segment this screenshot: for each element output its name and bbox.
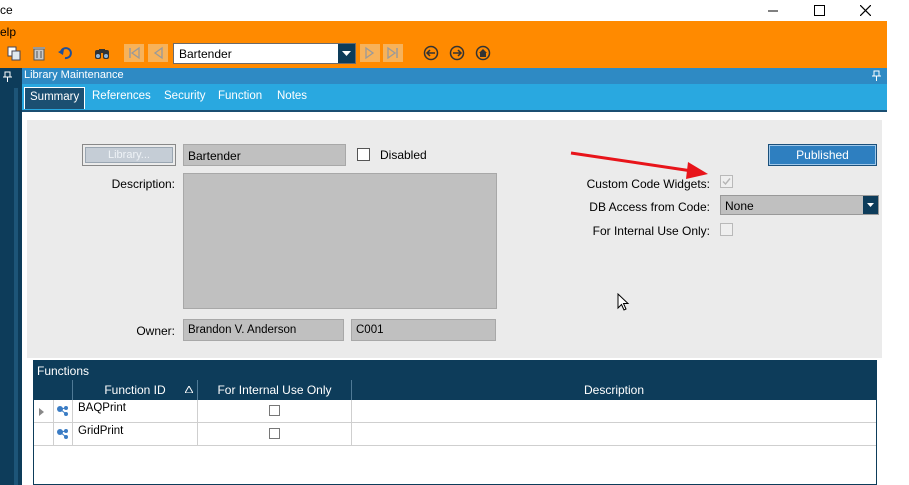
table-row[interactable]: GridPrint xyxy=(34,423,876,446)
owner-name-field[interactable]: Brandon V. Anderson xyxy=(183,319,344,341)
minimize-icon xyxy=(768,10,778,11)
copy-icon xyxy=(7,46,21,61)
function-icon xyxy=(57,406,68,416)
toolbar: elp Bartender xyxy=(0,21,887,68)
row-internal-checkbox[interactable] xyxy=(269,405,280,416)
undo-button[interactable] xyxy=(56,44,74,62)
db-access-label: DB Access from Code: xyxy=(589,200,710,214)
internal-use-cell xyxy=(197,400,351,422)
first-record-button[interactable] xyxy=(124,44,144,62)
description-cell xyxy=(351,423,876,445)
search-icon xyxy=(95,49,109,59)
published-button[interactable]: Published xyxy=(768,144,877,166)
undo-icon xyxy=(58,47,72,60)
search-button[interactable] xyxy=(92,44,112,62)
home-icon xyxy=(475,45,491,61)
minimize-button[interactable] xyxy=(750,0,796,21)
dock-divider xyxy=(14,88,18,485)
custom-code-checkbox[interactable] xyxy=(720,175,733,188)
previous-record-button[interactable] xyxy=(148,44,168,62)
menu-help[interactable]: elp xyxy=(0,25,16,39)
maximize-icon xyxy=(813,5,825,16)
window-title: ce xyxy=(0,3,13,17)
forward-icon xyxy=(449,45,465,61)
left-dock-strip xyxy=(0,68,22,485)
tab-function[interactable]: Function xyxy=(218,90,262,102)
db-access-value: None xyxy=(725,199,754,213)
sort-ascending-icon xyxy=(185,386,193,393)
function-icon xyxy=(57,429,68,439)
function-id-cell: GridPrint xyxy=(72,423,197,445)
last-record-button[interactable] xyxy=(383,44,403,62)
tab-references[interactable]: References xyxy=(92,90,151,102)
owner-company-field[interactable]: C001 xyxy=(351,319,496,341)
row-icon-cell xyxy=(53,400,73,422)
column-function-id[interactable]: Function ID xyxy=(72,380,197,400)
last-record-icon xyxy=(387,46,398,60)
owner-label: Owner: xyxy=(136,324,175,338)
library-button[interactable]: Library... xyxy=(82,144,176,166)
mouse-cursor-icon xyxy=(617,293,630,311)
internal-use-label: For Internal Use Only: xyxy=(592,224,710,238)
pin-icon[interactable] xyxy=(2,71,14,83)
tab-security[interactable]: Security xyxy=(164,90,206,102)
function-id-cell: BAQPrint xyxy=(72,400,197,422)
custom-code-label: Custom Code Widgets: xyxy=(586,177,710,191)
next-record-button[interactable] xyxy=(360,44,380,62)
db-access-select[interactable]: None xyxy=(720,195,879,215)
chevron-down-icon[interactable] xyxy=(338,44,355,63)
desktop-background xyxy=(887,0,909,485)
app-window: ce elp Bartender Library Maintenance Sum… xyxy=(0,0,909,485)
tab-notes[interactable]: Notes xyxy=(277,90,307,102)
title-bar: ce xyxy=(0,0,887,21)
tab-bar: Summary References Security Function Not… xyxy=(22,84,887,111)
internal-use-checkbox[interactable] xyxy=(720,223,733,236)
disabled-checkbox[interactable] xyxy=(357,148,370,161)
functions-grid: Functions Function ID For Internal Use O… xyxy=(33,360,877,485)
record-selector[interactable]: Bartender xyxy=(173,43,356,64)
close-icon xyxy=(859,5,871,16)
grid-title: Functions xyxy=(34,361,876,380)
row-internal-checkbox[interactable] xyxy=(269,428,280,439)
next-record-icon xyxy=(365,46,375,60)
description-label: Description: xyxy=(111,177,175,191)
first-record-icon xyxy=(129,46,140,60)
home-button[interactable] xyxy=(473,44,493,62)
back-button[interactable] xyxy=(421,44,441,62)
forward-button[interactable] xyxy=(447,44,467,62)
row-icon-cell xyxy=(53,423,73,445)
maximize-button[interactable] xyxy=(796,0,842,21)
column-internal-use[interactable]: For Internal Use Only xyxy=(197,380,351,400)
table-row[interactable]: BAQPrint xyxy=(34,400,876,423)
pin-icon[interactable] xyxy=(871,70,883,82)
library-id-field[interactable]: Bartender xyxy=(183,144,346,166)
tab-summary[interactable]: Summary xyxy=(24,87,86,109)
panel-header: Library Maintenance xyxy=(22,68,887,84)
copy-button[interactable] xyxy=(5,44,23,62)
description-field[interactable] xyxy=(183,173,497,309)
disabled-label: Disabled xyxy=(380,148,427,162)
chevron-down-icon[interactable] xyxy=(863,196,878,214)
internal-use-cell xyxy=(197,423,351,445)
row-selector-icon xyxy=(39,408,44,416)
delete-button[interactable] xyxy=(30,44,48,62)
delete-icon xyxy=(33,47,45,61)
check-icon xyxy=(722,178,731,186)
previous-record-icon xyxy=(153,46,163,60)
back-icon xyxy=(423,45,439,61)
column-description[interactable]: Description xyxy=(351,380,876,400)
record-selector-value: Bartender xyxy=(179,47,232,61)
panel-title: Library Maintenance xyxy=(24,69,124,81)
description-cell xyxy=(351,400,876,422)
close-button[interactable] xyxy=(842,0,888,21)
grid-header: Function ID For Internal Use Only Descri… xyxy=(34,380,876,400)
column-function-id-label: Function ID xyxy=(104,383,166,397)
